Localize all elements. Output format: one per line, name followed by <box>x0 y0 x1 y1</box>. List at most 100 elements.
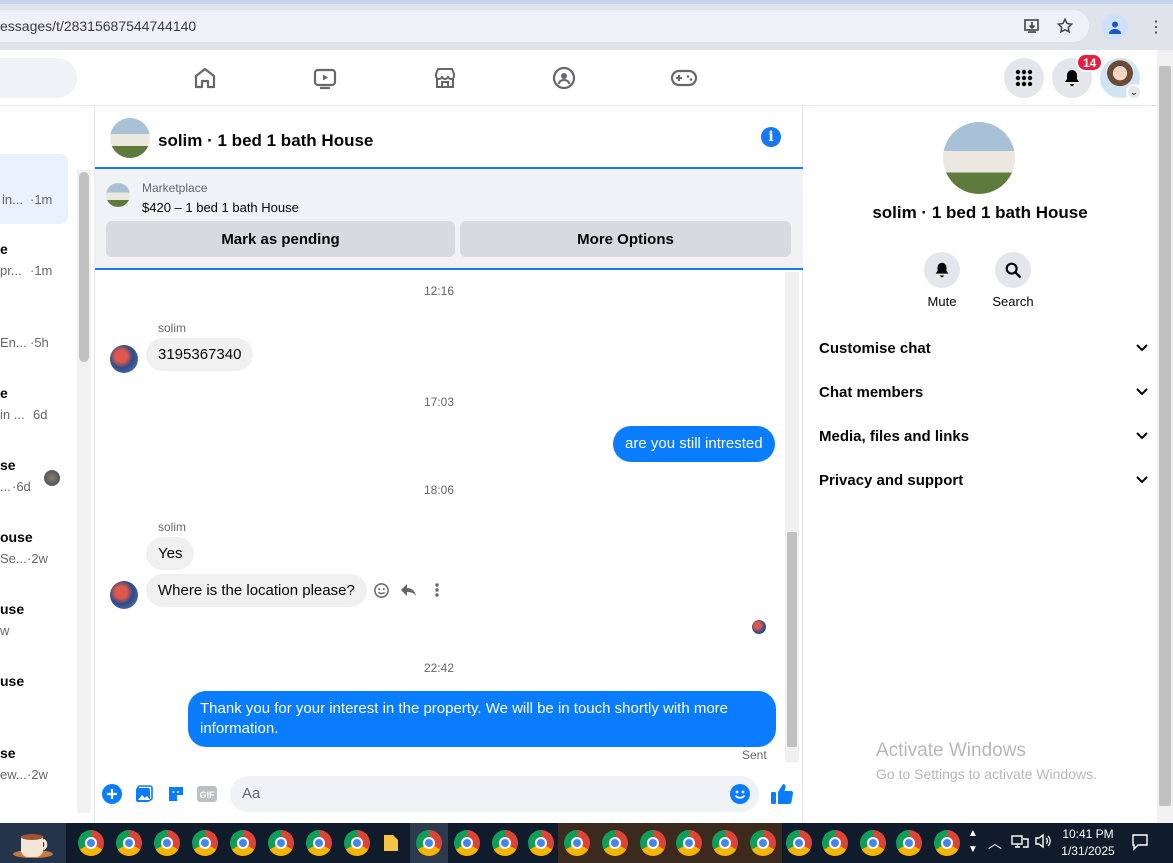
listing-thumbnail[interactable] <box>106 183 130 207</box>
chrome-taskbar-icon[interactable] <box>780 823 818 863</box>
profile-avatar[interactable] <box>943 122 1015 194</box>
chevron-down-icon <box>1135 340 1149 357</box>
chrome-taskbar-icon[interactable] <box>596 823 634 863</box>
groups-icon[interactable] <box>550 64 578 92</box>
chat-members-section[interactable]: Chat members <box>819 370 1149 414</box>
clock-date: 1/31/2025 <box>1061 844 1115 858</box>
chrome-taskbar-icon[interactable] <box>816 823 854 863</box>
scrollbar-thumb[interactable] <box>787 532 797 747</box>
reply-icon[interactable] <box>398 579 420 601</box>
list-item[interactable]: e pr... ·1m <box>0 225 68 295</box>
network-icon[interactable] <box>1011 833 1029 852</box>
chrome-taskbar-icon[interactable] <box>262 823 300 863</box>
listing-title[interactable]: $420 – 1 bed 1 bath House <box>142 200 299 215</box>
photo-icon[interactable] <box>133 783 155 805</box>
timestamp: 12:16 <box>423 284 455 298</box>
chat-avatar[interactable] <box>110 118 150 158</box>
search-input[interactable] <box>0 58 77 98</box>
chevron-up-icon[interactable]: ︿ <box>988 833 1002 853</box>
message-bubble[interactable]: are you still intrested <box>613 426 775 462</box>
list-item[interactable]: use w <box>0 585 68 655</box>
list-item[interactable]: En... ·5h <box>0 297 68 367</box>
gif-icon[interactable]: GIF <box>196 783 218 805</box>
chrome-taskbar-icon[interactable] <box>854 823 892 863</box>
like-icon[interactable] <box>769 783 795 805</box>
mark-as-pending-button[interactable]: Mark as pending <box>106 221 455 257</box>
message-bubble[interactable]: Yes <box>146 537 195 570</box>
url-text[interactable]: essages/t/28315687544744140 <box>0 18 196 34</box>
taskbar-scroll-arrows[interactable]: ▲ ▼ <box>968 826 978 858</box>
search-button[interactable]: Search <box>983 252 1043 309</box>
list-item[interactable]: ouse Se... ·2w <box>0 513 68 583</box>
install-app-icon[interactable] <box>1022 16 1042 36</box>
message-bubble[interactable]: Thank you for your interest in the prope… <box>188 691 776 747</box>
chrome-taskbar-icon[interactable] <box>706 823 744 863</box>
chrome-taskbar-icon[interactable] <box>890 823 928 863</box>
more-options-button[interactable]: More Options <box>460 221 791 257</box>
volume-icon[interactable] <box>1034 833 1052 852</box>
chrome-taskbar-icon[interactable] <box>186 823 224 863</box>
chrome-taskbar-icon[interactable] <box>148 823 186 863</box>
chrome-taskbar-icon[interactable] <box>634 823 672 863</box>
conversation-time: ·1m <box>30 263 53 278</box>
list-item[interactable]: se ew... ·2w <box>0 729 68 799</box>
clock-time: 10:41 PM <box>1062 827 1114 841</box>
list-item[interactable]: use <box>0 657 68 727</box>
gaming-icon[interactable] <box>670 64 698 92</box>
star-icon[interactable] <box>1055 16 1075 36</box>
tab-strip-edge <box>0 0 1173 4</box>
chrome-taskbar-icon[interactable] <box>558 823 596 863</box>
folder-icon[interactable] <box>372 823 410 863</box>
emoji-icon[interactable] <box>729 783 751 805</box>
chrome-taskbar-icon[interactable] <box>110 823 148 863</box>
address-bar[interactable]: essages/t/28315687544744140 <box>0 10 1089 42</box>
home-icon[interactable] <box>191 64 219 92</box>
chrome-taskbar-icon[interactable] <box>486 823 524 863</box>
chat-title[interactable]: solim · 1 bed 1 bath House <box>158 131 373 151</box>
menu-grid-button[interactable] <box>1004 58 1044 98</box>
menu-icon[interactable]: ⋮ <box>1148 14 1164 40</box>
conversation-preview: ew... <box>0 767 27 782</box>
section-label: Media, files and links <box>819 427 970 445</box>
conversation-preview: ... <box>0 479 11 494</box>
scrollbar-thumb[interactable] <box>1159 66 1171 806</box>
message-bubble[interactable]: Where is the location please? <box>146 574 367 607</box>
list-item[interactable]: se ... ·6d <box>0 441 72 511</box>
chrome-taskbar-icon[interactable] <box>670 823 708 863</box>
list-item[interactable]: e in ... 6d <box>0 369 68 439</box>
svg-text:GIF: GIF <box>200 790 216 800</box>
chrome-taskbar-icon[interactable] <box>300 823 338 863</box>
plus-icon[interactable] <box>101 783 123 805</box>
chevron-down-icon[interactable]: ⌄ <box>1126 84 1142 100</box>
privacy-support-section[interactable]: Privacy and support <box>819 458 1149 502</box>
sender-avatar[interactable] <box>110 581 138 609</box>
scrollbar-thumb[interactable] <box>79 172 89 362</box>
marketplace-icon[interactable] <box>431 64 459 92</box>
conversation-name: se <box>0 745 16 761</box>
customise-chat-section[interactable]: Customise chat <box>819 326 1149 370</box>
profile-icon[interactable] <box>1102 14 1128 40</box>
chrome-taskbar-icon[interactable] <box>522 823 560 863</box>
mute-button[interactable]: Mute <box>912 252 972 309</box>
more-actions-icon[interactable] <box>426 579 448 601</box>
chrome-taskbar-icon[interactable] <box>338 823 376 863</box>
react-icon[interactable] <box>370 579 392 601</box>
chrome-taskbar-icon[interactable] <box>744 823 782 863</box>
start-app-icon[interactable] <box>0 823 66 863</box>
watch-icon[interactable] <box>311 64 339 92</box>
conversation-name: ouse <box>0 529 33 545</box>
info-icon[interactable]: i <box>761 127 781 147</box>
media-files-links-section[interactable]: Media, files and links <box>819 414 1149 458</box>
chrome-taskbar-icon[interactable] <box>224 823 262 863</box>
chrome-taskbar-icon[interactable] <box>72 823 110 863</box>
taskbar-clock[interactable]: 10:41 PM 1/31/2025 <box>1057 826 1119 860</box>
chrome-taskbar-icon[interactable] <box>410 823 448 863</box>
list-item[interactable]: in... ·1m <box>0 154 68 224</box>
sticker-icon[interactable] <box>165 783 187 805</box>
sender-avatar[interactable] <box>110 345 138 373</box>
message-bubble[interactable]: 3195367340 <box>146 338 254 371</box>
chrome-taskbar-icon[interactable] <box>928 823 966 863</box>
notification-center-icon[interactable] <box>1131 833 1149 854</box>
message-input[interactable]: Aa <box>230 776 759 812</box>
chrome-taskbar-icon[interactable] <box>448 823 486 863</box>
